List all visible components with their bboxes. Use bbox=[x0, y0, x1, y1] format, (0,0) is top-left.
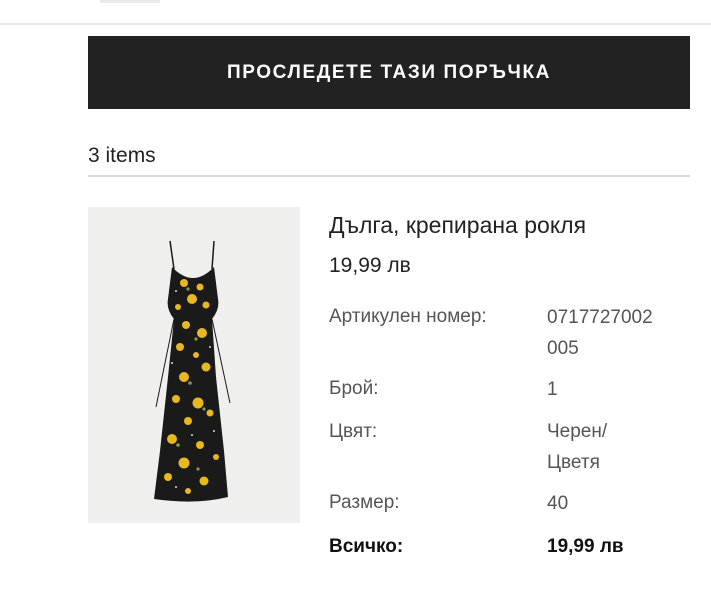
total-value: 19,99 лв bbox=[547, 536, 624, 557]
dress-illustration bbox=[154, 240, 231, 502]
size-label: Размер: bbox=[329, 492, 400, 513]
quantity-label: Брой: bbox=[329, 378, 379, 399]
size-value: 40 bbox=[547, 493, 569, 514]
article-number-value: 0717727002 005 bbox=[547, 302, 653, 364]
product-name[interactable]: Дълга, крепирана рокля bbox=[329, 212, 586, 239]
color-line1: Черен/ bbox=[547, 421, 608, 442]
color-line2: Цветя bbox=[547, 452, 600, 473]
quantity-value: 1 bbox=[547, 379, 558, 400]
header-remnant bbox=[100, 0, 160, 3]
color-value: Черен/ Цветя bbox=[547, 416, 607, 478]
product-image[interactable] bbox=[88, 207, 300, 523]
article-number-line1: 0717727002 bbox=[547, 307, 653, 328]
product-price: 19,99 лв bbox=[329, 254, 411, 277]
track-order-button[interactable]: ПРОСЛЕДЕТЕ ТАЗИ ПОРЪЧКА bbox=[88, 36, 690, 109]
header-divider bbox=[0, 23, 711, 25]
items-count: 3 items bbox=[88, 144, 156, 167]
total-label: Всичко: bbox=[329, 536, 404, 557]
color-label: Цвят: bbox=[329, 421, 378, 442]
article-number-line2: 005 bbox=[547, 338, 579, 359]
items-divider bbox=[88, 175, 690, 177]
article-number-label: Артикулен номер: bbox=[329, 306, 487, 327]
